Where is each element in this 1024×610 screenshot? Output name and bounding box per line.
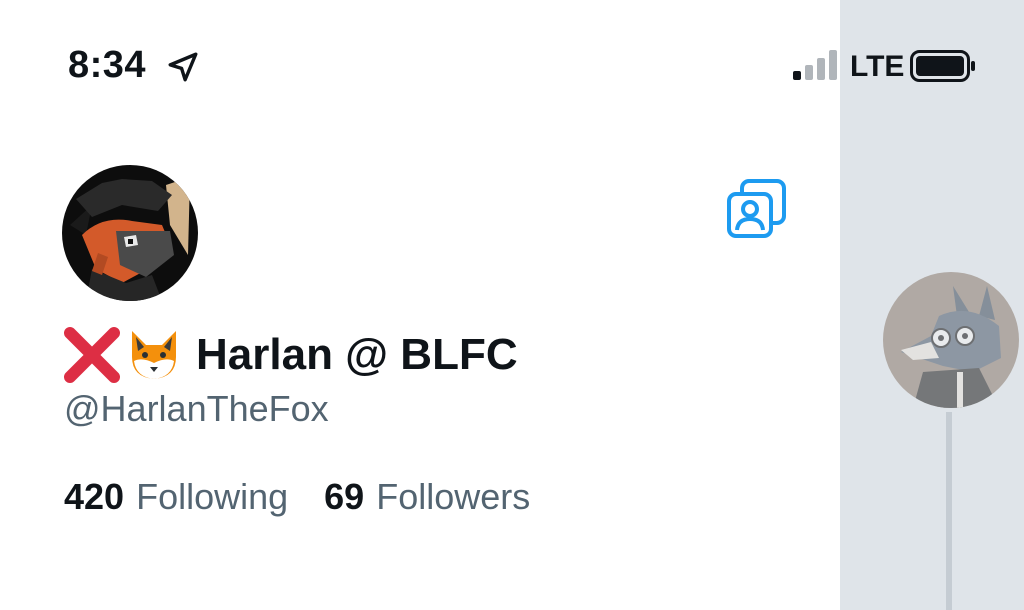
followers-label: Followers (376, 476, 531, 517)
switch-accounts-icon[interactable] (726, 178, 788, 240)
followers-link[interactable]: 69 Followers (324, 476, 530, 518)
follow-stats: 420 Following 69 Followers (64, 476, 566, 518)
display-name-row: Harlan @ BLFC (64, 326, 518, 384)
wolf-avatar-image (883, 272, 1019, 408)
followers-count: 69 (324, 476, 365, 517)
cross-mark-icon (64, 327, 120, 383)
location-arrow-icon (168, 52, 198, 82)
thread-connector-line (946, 412, 952, 610)
battery-icon (910, 50, 975, 82)
timeline-avatar (883, 272, 1019, 408)
fox-face-icon (132, 331, 176, 379)
following-label: Following (136, 476, 289, 517)
side-drawer: 8:34 Harlan @ BLFC @HarlanTheFox 420 Fol… (0, 0, 840, 610)
status-time: 8:34 (68, 44, 147, 86)
user-handle: @HarlanTheFox (64, 388, 329, 429)
cellular-signal-icon (793, 50, 837, 80)
following-link[interactable]: 420 Following (64, 476, 288, 518)
fox-avatar-image (62, 165, 198, 301)
carrier-label: LTE (850, 50, 905, 83)
display-name: Harlan @ BLFC (196, 330, 518, 379)
following-count: 420 (64, 476, 125, 517)
profile-avatar[interactable] (62, 165, 198, 301)
